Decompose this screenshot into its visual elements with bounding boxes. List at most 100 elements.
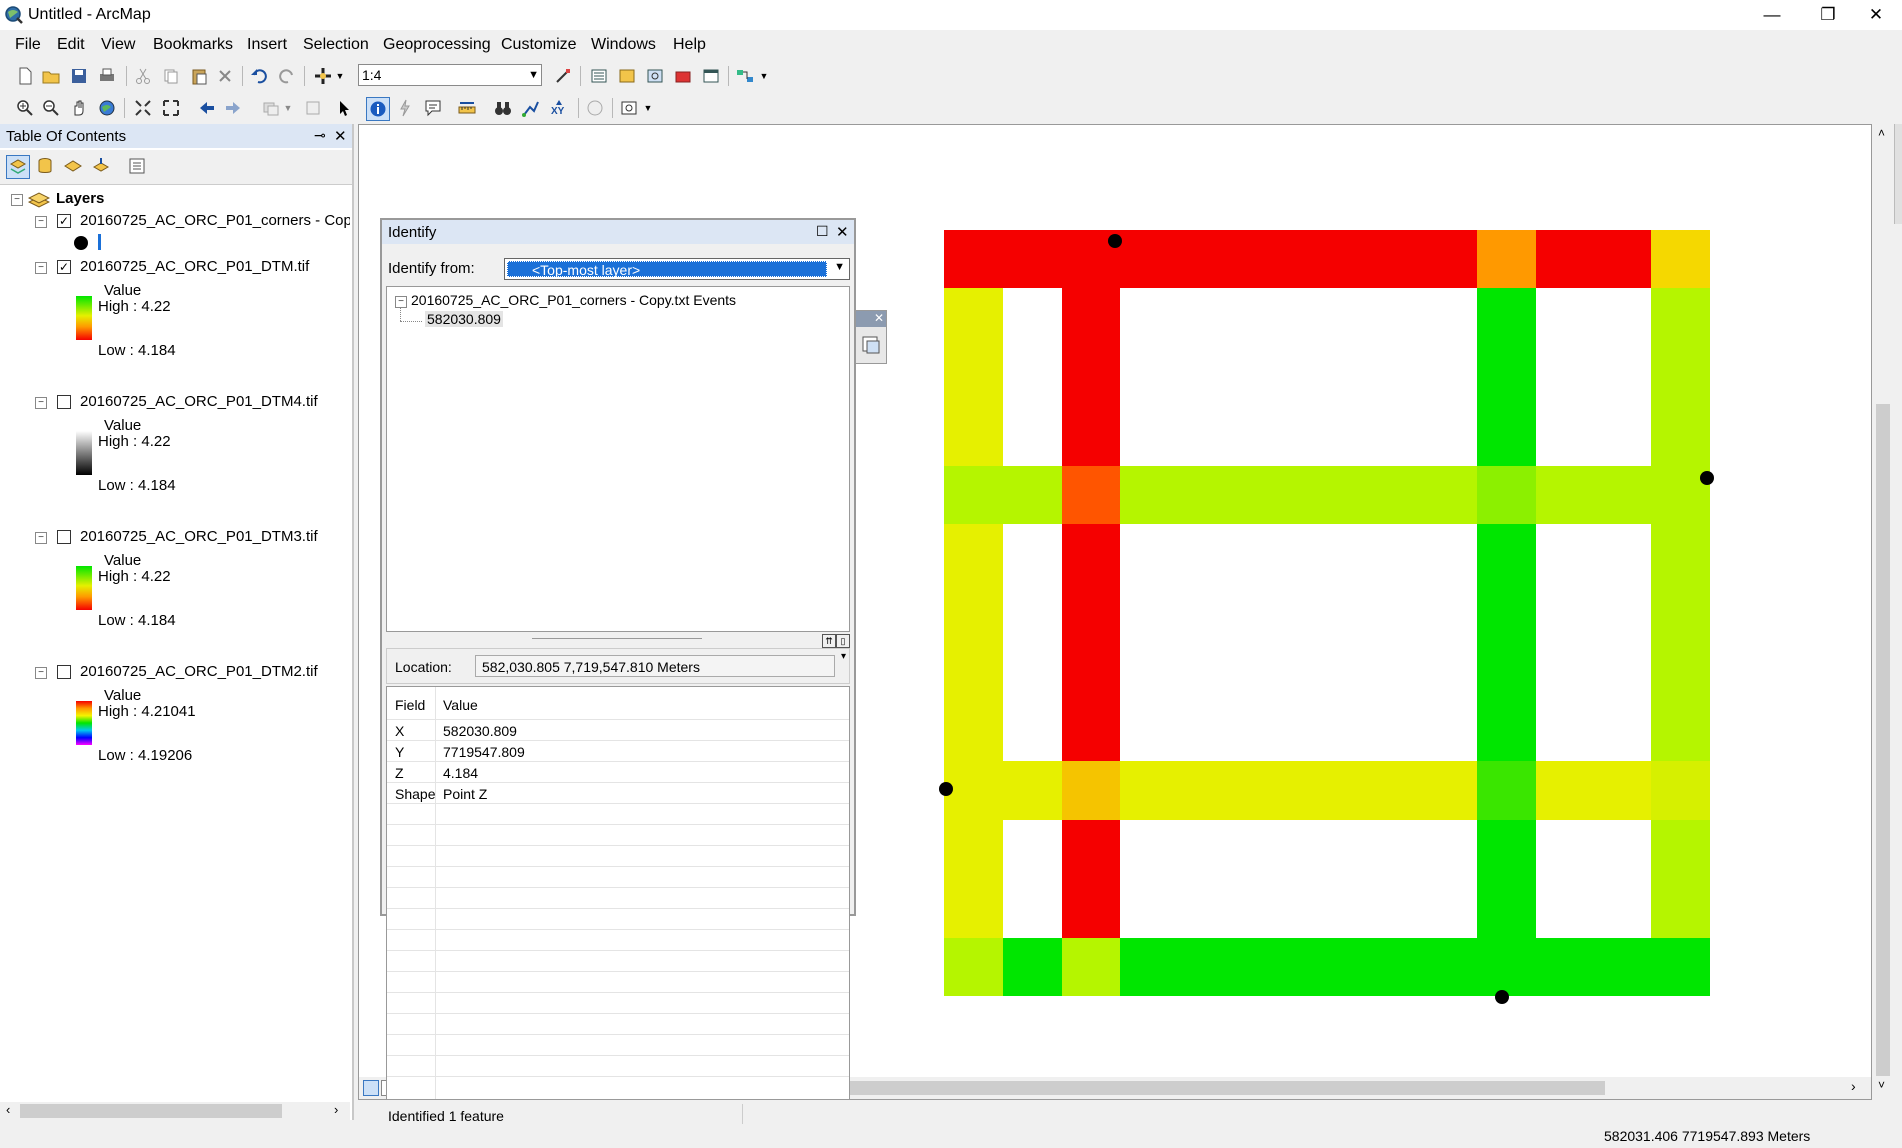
chevron-down-icon[interactable]: ▼ [834,261,845,273]
layer-collapse-icon[interactable]: − [35,532,47,544]
select-elements-arrow-icon[interactable] [334,97,356,119]
layer-collapse-icon[interactable]: − [35,216,47,228]
menu-geoprocessing[interactable]: Geoprocessing [383,36,491,54]
open-folder-icon[interactable] [40,65,62,87]
table-of-contents-icon[interactable] [588,65,610,87]
menu-windows[interactable]: Windows [591,36,656,54]
editor-toolbar-icon[interactable] [552,65,574,87]
layer-collapse-icon[interactable]: − [35,667,47,679]
toc-horizontal-scrollbar[interactable]: ‹ › [0,1102,350,1120]
clear-selection-icon[interactable] [302,97,324,119]
identify-from-dropdown[interactable]: <Top-most layer> ▼ [504,258,850,280]
menu-bookmarks[interactable]: Bookmarks [153,36,233,54]
scroll-up-icon[interactable]: ˄ [1878,126,1885,140]
redo-icon[interactable] [276,65,298,87]
list-by-visibility-icon[interactable] [62,155,84,177]
identify-close-icon[interactable]: ✕ [836,223,849,241]
copy-icon[interactable] [160,65,182,87]
scroll-down-icon[interactable]: ˅ [1878,1078,1885,1092]
field-view-icon[interactable]: ▯ [836,634,850,648]
tools-toolbar-options-icon[interactable]: ▼ [642,97,654,119]
html-popup-icon[interactable] [422,97,444,119]
create-viewer-window-icon[interactable] [618,97,640,119]
data-frame-layers-label[interactable]: Layers [56,190,104,207]
menu-selection[interactable]: Selection [303,36,369,54]
print-icon[interactable] [96,65,118,87]
field-column-header[interactable]: Field [395,697,425,713]
location-field[interactable]: 582,030.805 7,719,547.810 Meters [475,655,835,677]
list-by-selection-icon[interactable] [90,155,112,177]
paste-icon[interactable] [188,65,210,87]
measure-ruler-icon[interactable] [456,97,478,119]
list-by-drawing-order-icon[interactable] [6,155,30,179]
menu-insert[interactable]: Insert [247,36,287,54]
minimize-button[interactable]: — [1744,0,1800,30]
new-document-icon[interactable] [14,65,36,87]
right-dock-tab[interactable] [1894,124,1902,224]
layer-collapse-icon[interactable]: − [35,397,47,409]
splitter-handle[interactable] [532,638,702,639]
close-button[interactable]: ✕ [1848,0,1902,30]
layer-name-dtm4[interactable]: 20160725_AC_ORC_P01_DTM4.tif [80,393,318,410]
mini-toolbar-tool-icon[interactable] [861,335,881,355]
layer-name-corners[interactable]: 20160725_AC_ORC_P01_corners - Copy.txt [80,212,350,229]
maximize-icon[interactable]: ☐ [816,223,829,240]
full-extent-globe-icon[interactable] [96,97,118,119]
pin-icon[interactable]: ⊸ [314,127,326,144]
fixed-zoom-out-icon[interactable] [160,97,182,119]
identify-tool-icon[interactable] [366,97,390,121]
zoom-out-icon[interactable] [40,97,62,119]
menu-view[interactable]: View [101,36,135,54]
toc-options-icon[interactable] [126,155,148,177]
zoom-in-icon[interactable] [14,97,36,119]
location-menu-icon[interactable]: ▾ [841,651,846,662]
select-features-dropdown-icon[interactable]: ▼ [282,97,294,119]
go-to-xy-icon[interactable]: XY [548,97,570,119]
menu-file[interactable]: File [15,36,41,54]
menu-customize[interactable]: Customize [501,36,577,54]
hyperlink-icon[interactable] [394,97,416,119]
time-slider-icon[interactable] [584,97,606,119]
layers-collapse-icon[interactable]: − [11,194,23,206]
arctoolbox-icon[interactable] [672,65,694,87]
tree-layer-node[interactable]: 20160725_AC_ORC_P01_corners - Copy.txt E… [411,292,736,308]
menu-edit[interactable]: Edit [57,36,85,54]
save-icon[interactable] [68,65,90,87]
find-route-icon[interactable] [520,97,542,119]
toc-close-icon[interactable]: ✕ [334,127,347,145]
map-scale-combobox[interactable]: 1:4 ▼ [358,64,542,86]
scroll-right-icon[interactable]: › [1851,1078,1856,1094]
expand-all-icon[interactable]: ⇈ [822,634,836,648]
select-features-icon[interactable] [260,97,282,119]
map-vertical-scrollbar[interactable]: ˄ ˅ [1872,124,1894,1100]
tree-feature-node[interactable]: 582030.809 [425,311,503,327]
mini-toolbar-close-icon[interactable]: ✕ [856,311,886,327]
map-vertical-scroll-thumb[interactable] [1876,404,1890,1076]
undo-icon[interactable] [248,65,270,87]
add-data-icon[interactable] [312,65,334,87]
scroll-left-icon[interactable]: ‹ [6,1102,10,1117]
model-builder-icon[interactable] [734,65,756,87]
layer-name-dtm3[interactable]: 20160725_AC_ORC_P01_DTM3.tif [80,528,318,545]
layer-name-dtm2[interactable]: 20160725_AC_ORC_P01_DTM2.tif [80,663,318,680]
find-binoculars-icon[interactable] [492,97,514,119]
go-back-arrow-icon[interactable] [196,97,218,119]
pan-hand-icon[interactable] [68,97,90,119]
go-forward-arrow-icon[interactable] [222,97,244,119]
menu-help[interactable]: Help [673,36,706,54]
layer-visibility-checkbox[interactable]: ✓ [57,260,71,274]
cut-icon[interactable] [132,65,154,87]
search-window-icon[interactable] [644,65,666,87]
layer-visibility-checkbox[interactable] [57,395,71,409]
list-by-source-icon[interactable] [34,155,56,177]
delete-icon[interactable] [214,65,236,87]
scroll-right-icon[interactable]: › [334,1102,338,1117]
value-column-header[interactable]: Value [443,697,478,713]
add-data-dropdown-icon[interactable]: ▼ [334,65,346,87]
layer-visibility-checkbox[interactable] [57,665,71,679]
catalog-window-icon[interactable] [616,65,638,87]
layer-visibility-checkbox[interactable]: ✓ [57,214,71,228]
identify-titlebar[interactable]: Identify ☐ ✕ [382,220,854,244]
python-window-icon[interactable] [700,65,722,87]
toc-scroll-thumb[interactable] [20,1104,282,1118]
